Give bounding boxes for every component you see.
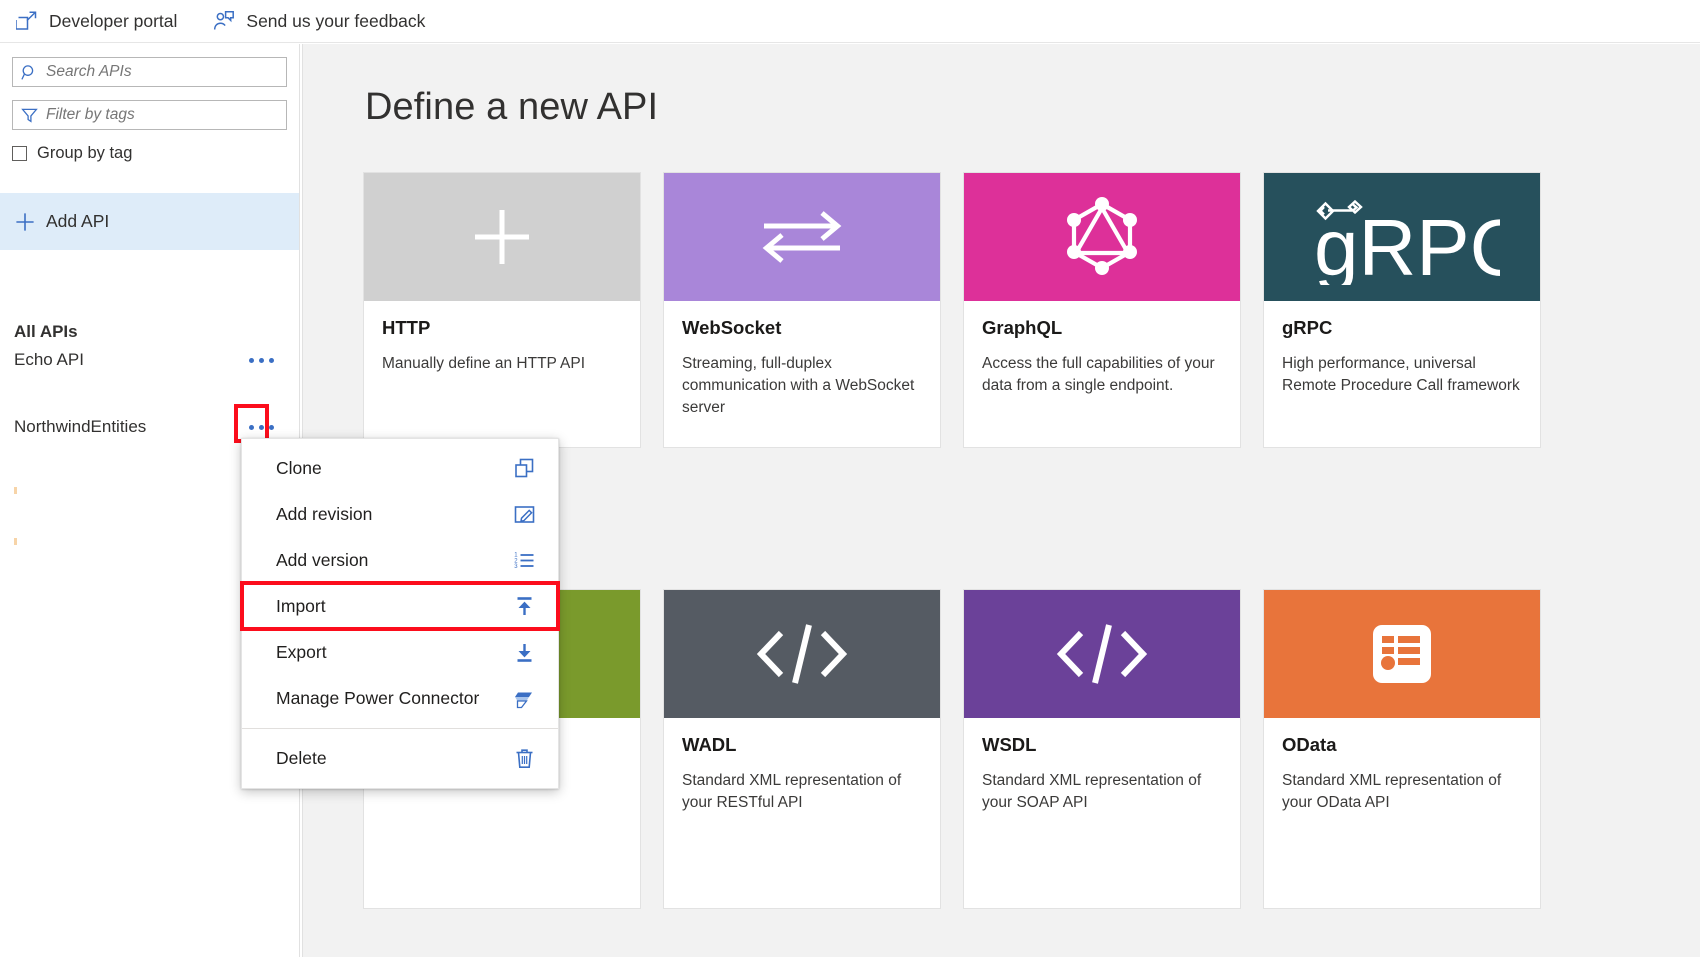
add-api-label: Add API [46,211,110,231]
card-banner [364,173,640,301]
menu-item-delete[interactable]: Delete [242,735,558,781]
menu-item-add-revision[interactable]: Add revision [242,491,558,537]
api-context-menu: Clone Add revision Add version 1 2 3 Imp… [240,438,560,789]
card-banner [964,173,1240,301]
filter-tags-input[interactable]: Filter by tags [12,100,287,130]
search-icon [21,64,38,81]
edit-square-icon [513,503,536,526]
menu-item-label: Export [276,641,327,662]
developer-portal-label: Developer portal [49,10,178,31]
card-title: OData [1282,734,1337,755]
card-description: Standard XML representation of your SOAP… [982,772,1202,811]
numbered-list-icon: 123 [513,549,536,572]
card-banner [664,590,940,718]
export-down-arrow-icon [513,641,536,664]
group-by-tag-label: Group by tag [37,144,133,162]
card-wadl[interactable]: WADL Standard XML representation of your… [663,589,941,909]
card-odata[interactable]: OData Standard XML representation of you… [1263,589,1541,909]
api-management-page: Developer portal Send us your feedback S… [0,0,1700,957]
trash-icon [513,747,536,770]
card-description: Standard XML representation of your ODat… [1282,772,1502,811]
group-by-tag-checkbox[interactable]: Group by tag [12,144,287,163]
menu-item-label: Delete [276,747,327,768]
card-description: High performance, universal Remote Proce… [1282,355,1520,394]
code-brackets-icon [756,624,848,684]
card-title: GraphQL [982,317,1063,338]
svg-text:gRPC: gRPC [1314,203,1500,285]
menu-item-label: Add version [276,549,369,570]
filter-placeholder: Filter by tags [46,106,135,123]
search-input[interactable]: Search APIs [12,57,287,87]
define-api-card-grid: HTTP Manually define an HTTP API WebSock… [363,172,1541,448]
svg-text:3: 3 [514,564,518,570]
card-body: HTTP Manually define an HTTP API [364,301,640,375]
card-websocket[interactable]: WebSocket Streaming, full-duplex communi… [663,172,941,448]
odata-table-icon [1373,625,1431,683]
plus-icon [14,211,36,233]
top-command-bar: Developer portal Send us your feedback [0,0,1700,43]
card-description: Standard XML representation of your REST… [682,772,902,811]
grpc-logo-icon: gRPC [1314,199,1500,285]
bidirectional-arrows-icon [762,211,842,263]
api-name-label: NorthwindEntities [14,417,147,436]
menu-separator [242,728,558,729]
card-wsdl[interactable]: WSDL Standard XML representation of your… [963,589,1241,909]
menu-item-label: Manage Power Connector [276,687,480,708]
plus-icon [475,210,529,264]
menu-item-export[interactable]: Export [242,629,558,675]
sidebar-truncated-items [14,487,18,589]
menu-item-label: Import [276,595,326,616]
card-graphql[interactable]: GraphQL Access the full capabilities of … [963,172,1241,448]
sidebar-item-echo-api[interactable]: Echo API [0,340,299,380]
card-banner [964,590,1240,718]
card-body: gRPC High performance, universal Remote … [1264,301,1540,397]
import-up-arrow-icon [513,595,536,618]
menu-item-add-version[interactable]: Add version 123 [242,537,558,583]
card-body: OData Standard XML representation of you… [1264,718,1540,814]
card-body: WADL Standard XML representation of your… [664,718,940,814]
menu-item-clone[interactable]: Clone [242,445,558,491]
card-title: gRPC [1282,317,1333,338]
card-banner [1264,590,1540,718]
northwindentities-more-options-icon[interactable] [242,419,281,436]
card-grpc[interactable]: gRPC gRPC High performance, universal Re… [1263,172,1541,448]
card-description: Streaming, full-duplex communication wit… [682,355,915,416]
echo-api-more-options-icon[interactable] [242,352,281,369]
clone-icon [513,457,536,480]
card-description: Access the full capabilities of your dat… [982,355,1215,394]
card-title: WebSocket [682,317,782,338]
all-apis-header[interactable]: All APIs [14,322,78,342]
add-api-button[interactable]: Add API [0,193,299,250]
card-title: HTTP [382,317,431,338]
menu-item-import[interactable]: Import [240,581,560,631]
code-brackets-icon [1056,624,1148,684]
card-title: WADL [682,734,737,755]
graphql-logo-icon [1067,197,1137,275]
page-title-define: Define a new API [365,86,659,128]
send-feedback-label: Send us your feedback [246,10,426,31]
feedback-person-icon [213,10,235,32]
menu-item-manage-power-connector[interactable]: Manage Power Connector [242,675,558,721]
search-placeholder: Search APIs [46,63,132,80]
send-feedback-button[interactable]: Send us your feedback [211,5,437,37]
card-title: WSDL [982,734,1037,755]
card-body: WebSocket Streaming, full-duplex communi… [664,301,940,419]
checkbox-box [12,146,27,161]
menu-item-label: Clone [276,457,322,478]
card-body: WSDL Standard XML representation of your… [964,718,1240,814]
filter-icon [21,107,38,124]
power-connector-icon [513,687,536,710]
external-link-icon [15,10,38,32]
card-description: Manually define an HTTP API [382,355,586,372]
menu-item-label: Add revision [276,503,373,524]
card-http[interactable]: HTTP Manually define an HTTP API [363,172,641,448]
api-name-label: Echo API [14,350,84,369]
card-banner [664,173,940,301]
card-banner: gRPC [1264,173,1540,301]
card-body: GraphQL Access the full capabilities of … [964,301,1240,397]
developer-portal-button[interactable]: Developer portal [14,5,189,37]
